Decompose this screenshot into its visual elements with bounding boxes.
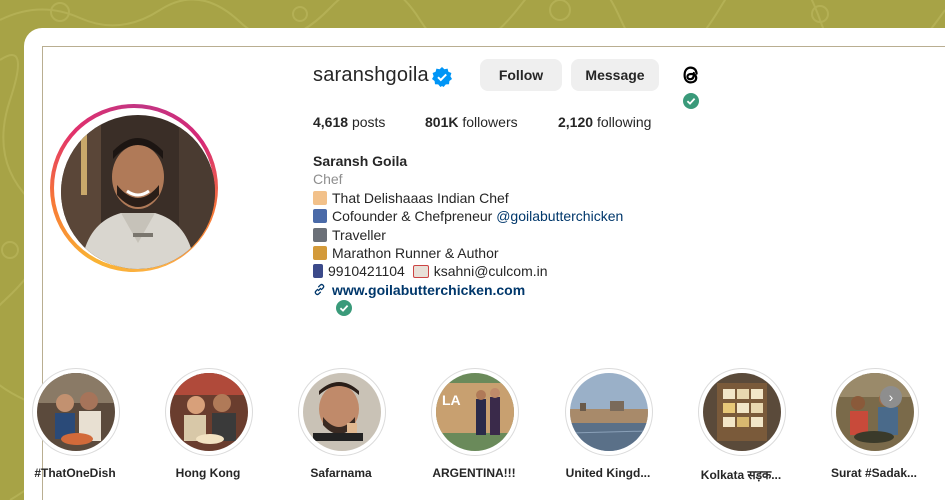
person-emoji-icon [313,209,327,224]
highlight-label: Safarnama [310,466,372,480]
luggage-emoji-icon [313,227,327,242]
svg-text:LA: LA [442,392,461,408]
chevron-right-icon[interactable]: › [880,386,902,408]
full-name: Saransh Goila [313,153,408,169]
highlight-thumbnail [303,373,381,451]
highlight-label: #ThatOneDish [34,466,116,480]
follow-button[interactable]: Follow [480,59,562,91]
mention-link[interactable]: @goilabutterchicken [496,208,623,224]
bio: Saransh Goila Chef That Delishaaas India… [313,152,623,299]
check-badge-icon [336,300,352,316]
avatar-story-ring[interactable] [50,104,218,272]
chef-emoji-icon [313,190,327,205]
check-badge-icon [683,93,699,109]
highlight-label: Hong Kong [175,466,241,480]
bio-line-contact: 9910421104 ksahni@culcom.in [313,262,623,280]
category-label: Chef [313,171,343,188]
following-stat[interactable]: 2,120 following [558,114,651,130]
highlight-thumbnail [836,373,914,451]
posts-stat[interactable]: 4,618 posts [313,114,385,130]
story-highlights: #ThatOneDish Hong Kong Safarnama LA ARGE… [24,368,945,498]
profile-card: saranshgoila Follow Message 4,618 posts … [24,28,945,500]
bio-line-traveller: Traveller [313,226,623,244]
bio-line-cofounder: Cofounder & Chefpreneur @goilabutterchic… [313,207,623,225]
email-emoji-icon [412,265,429,279]
verified-badge-icon [432,67,452,87]
highlight-label: Kolkata सड़क... [700,468,782,482]
highlight-thumbnail [37,373,115,451]
followers-stat[interactable]: 801K followers [425,114,518,130]
highlight-thumbnail [570,373,648,451]
highlight-label: Surat #Sadak... [830,466,918,480]
highlight-thumbnail [703,373,781,451]
highlight-thumbnail: LA [436,373,514,451]
highlight-label: ARGENTINA!!! [432,466,516,480]
runner-emoji-icon [313,245,327,260]
avatar [61,115,215,269]
website-link[interactable]: www.goilabutterchicken.com [313,281,623,299]
bio-line-chef: That Delishaaas Indian Chef [313,189,623,207]
highlight-thumbnail [170,373,248,451]
bio-line-runner: Marathon Runner & Author [313,244,623,262]
phone-emoji-icon [313,264,323,279]
highlight-label: United Kingd... [565,466,651,480]
link-icon [314,283,325,295]
threads-icon[interactable] [678,62,704,88]
message-button[interactable]: Message [571,59,659,91]
username: saranshgoila [313,64,429,86]
